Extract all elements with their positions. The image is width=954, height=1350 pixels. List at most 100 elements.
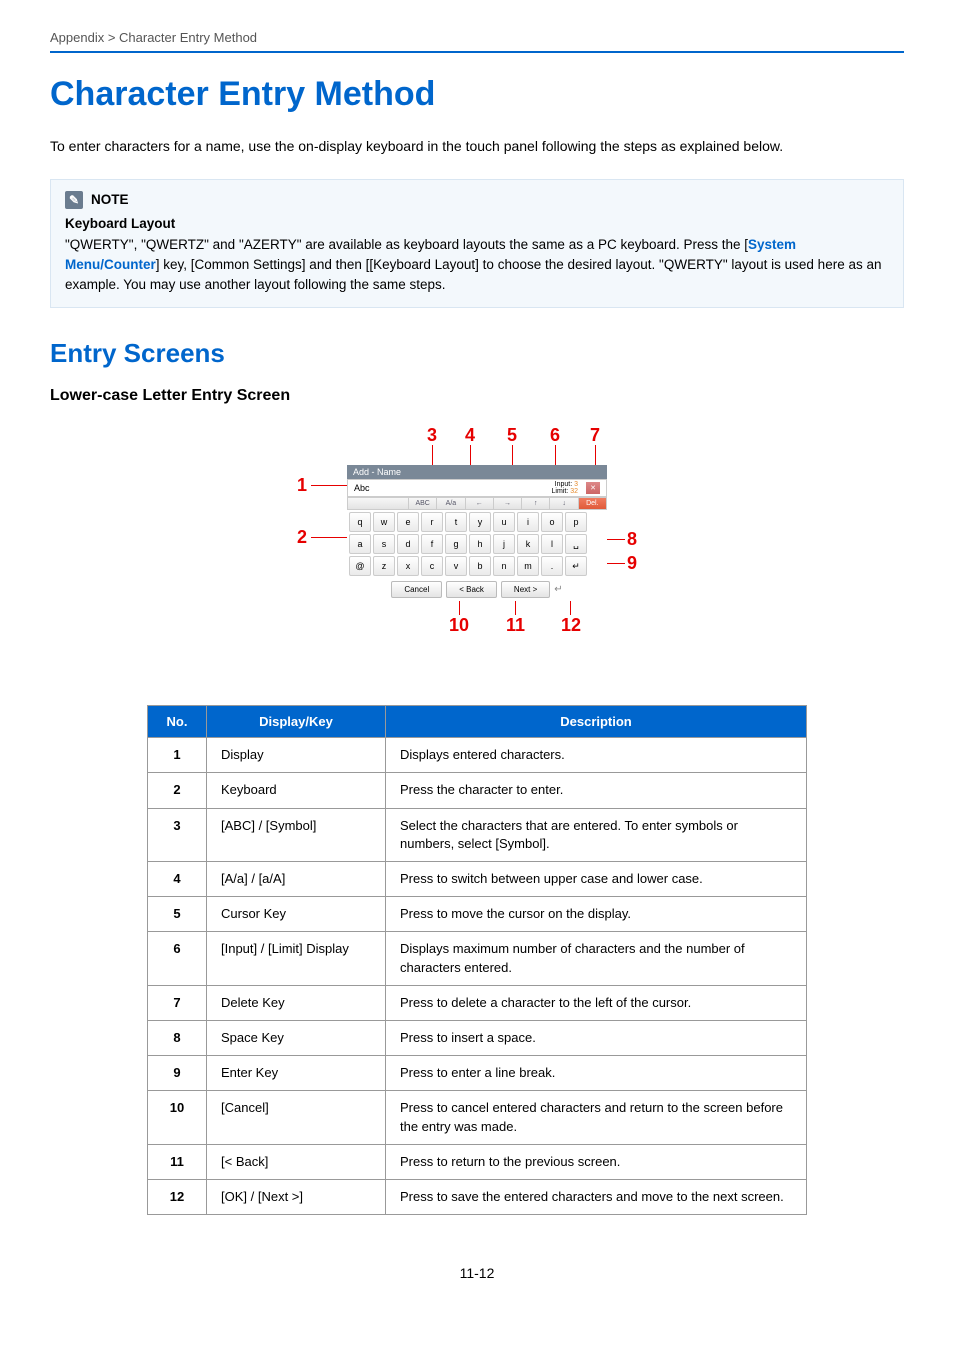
col-dk: Display/Key xyxy=(207,706,386,738)
callout-line xyxy=(607,563,625,564)
table-row: 6[Input] / [Limit] DisplayDisplays maxim… xyxy=(148,932,807,985)
page-title: Character Entry Method xyxy=(50,75,904,114)
empty-slot xyxy=(348,498,408,509)
cell-desc: Press to cancel entered characters and r… xyxy=(386,1091,807,1144)
note-line-a: "QWERTY", "QWERTZ" and "AZERTY" are avai… xyxy=(65,237,748,252)
callout-6: 6 xyxy=(550,425,560,446)
key-a[interactable]: a xyxy=(349,534,371,554)
abc-button[interactable]: ABC xyxy=(409,498,436,509)
back-button[interactable]: < Back xyxy=(446,581,497,598)
note-header: ✎ NOTE xyxy=(65,190,889,210)
entry-panel: Add - Name Abc Input: 3 Limit: 32 ✕ ABC … xyxy=(347,465,607,601)
key-h[interactable]: h xyxy=(469,534,491,554)
cursor-down[interactable]: ↓ xyxy=(550,498,577,509)
key-l[interactable]: l xyxy=(541,534,563,554)
cell-no: 5 xyxy=(148,897,207,932)
callout-line xyxy=(570,600,571,615)
callout-line xyxy=(607,539,625,540)
cell-dk: [OK] / [Next >] xyxy=(207,1179,386,1214)
case-button[interactable]: A/a xyxy=(437,498,464,509)
callout-4: 4 xyxy=(465,425,475,446)
delete-button[interactable]: Del. xyxy=(579,498,606,509)
table-row: 7Delete KeyPress to delete a character t… xyxy=(148,985,807,1020)
callout-12: 12 xyxy=(561,615,581,636)
enter-icon: ↵ xyxy=(554,584,562,595)
callout-11: 11 xyxy=(506,615,525,636)
cell-desc: Press to return to the previous screen. xyxy=(386,1144,807,1179)
callout-10: 10 xyxy=(449,615,469,636)
cell-dk: Delete Key xyxy=(207,985,386,1020)
cell-desc: Press to delete a character to the left … xyxy=(386,985,807,1020)
description-table: No. Display/Key Description 1DisplayDisp… xyxy=(147,705,807,1215)
table-row: 3[ABC] / [Symbol]Select the characters t… xyxy=(148,808,807,861)
key-t[interactable]: t xyxy=(445,512,467,532)
key-at[interactable]: @ xyxy=(349,556,371,576)
key-dot[interactable]: . xyxy=(541,556,563,576)
key-b[interactable]: b xyxy=(469,556,491,576)
key-n[interactable]: n xyxy=(493,556,515,576)
key-o[interactable]: o xyxy=(541,512,563,532)
key-p[interactable]: p xyxy=(565,512,587,532)
key-s[interactable]: s xyxy=(373,534,395,554)
cell-no: 2 xyxy=(148,773,207,808)
cell-no: 1 xyxy=(148,738,207,773)
section-heading: Entry Screens xyxy=(50,338,904,369)
callout-1: 1 xyxy=(297,475,307,496)
note-icon: ✎ xyxy=(65,191,83,209)
sub-heading: Lower-case Letter Entry Screen xyxy=(50,387,904,405)
key-g[interactable]: g xyxy=(445,534,467,554)
key-j[interactable]: j xyxy=(493,534,515,554)
panel-title: Add - Name xyxy=(347,465,607,479)
key-c[interactable]: c xyxy=(421,556,443,576)
cell-desc: Displays entered characters. xyxy=(386,738,807,773)
key-i[interactable]: i xyxy=(517,512,539,532)
key-k[interactable]: k xyxy=(517,534,539,554)
cell-dk: [Cancel] xyxy=(207,1091,386,1144)
callout-7: 7 xyxy=(590,425,600,446)
key-w[interactable]: w xyxy=(373,512,395,532)
entry-diagram: 3 4 5 6 7 1 2 8 9 10 11 1 xyxy=(297,425,657,675)
table-row: 2KeyboardPress the character to enter. xyxy=(148,773,807,808)
cursor-left[interactable]: ← xyxy=(466,498,493,509)
cursor-up[interactable]: ↑ xyxy=(522,498,549,509)
key-z[interactable]: z xyxy=(373,556,395,576)
key-y[interactable]: y xyxy=(469,512,491,532)
callout-line xyxy=(311,537,349,538)
table-row: 11[< Back]Press to return to the previou… xyxy=(148,1144,807,1179)
cell-no: 7 xyxy=(148,985,207,1020)
key-r[interactable]: r xyxy=(421,512,443,532)
cell-desc: Displays maximum number of characters an… xyxy=(386,932,807,985)
callout-5: 5 xyxy=(507,425,517,446)
close-button[interactable]: ✕ xyxy=(586,482,600,494)
cell-dk: Display xyxy=(207,738,386,773)
cell-dk: [< Back] xyxy=(207,1144,386,1179)
key-q[interactable]: q xyxy=(349,512,371,532)
key-x[interactable]: x xyxy=(397,556,419,576)
callout-3: 3 xyxy=(427,425,437,446)
note-heading: Keyboard Layout xyxy=(65,216,175,231)
cancel-button[interactable]: Cancel xyxy=(391,581,442,598)
divider xyxy=(50,51,904,53)
panel-footer: Cancel < Back Next > ↵ xyxy=(347,578,607,601)
key-e[interactable]: e xyxy=(397,512,419,532)
page: Appendix > Character Entry Method Charac… xyxy=(0,0,954,1321)
key-v[interactable]: v xyxy=(445,556,467,576)
kb-row-3: @ z x c v b n m . ↵ xyxy=(347,554,607,578)
key-f[interactable]: f xyxy=(421,534,443,554)
display-text: Abc xyxy=(354,483,370,493)
callout-line xyxy=(311,485,349,486)
key-space[interactable]: ␣ xyxy=(565,534,587,554)
key-m[interactable]: m xyxy=(517,556,539,576)
cursor-right[interactable]: → xyxy=(494,498,521,509)
cell-dk: [ABC] / [Symbol] xyxy=(207,808,386,861)
cell-no: 4 xyxy=(148,862,207,897)
cell-no: 3 xyxy=(148,808,207,861)
key-d[interactable]: d xyxy=(397,534,419,554)
key-enter[interactable]: ↵ xyxy=(565,556,587,576)
cell-no: 11 xyxy=(148,1144,207,1179)
cell-desc: Press to switch between upper case and l… xyxy=(386,862,807,897)
key-u[interactable]: u xyxy=(493,512,515,532)
cell-desc: Press to save the entered characters and… xyxy=(386,1179,807,1214)
panel-toolbar: ABC A/a ← → ↑ ↓ Del. xyxy=(347,497,607,510)
next-button[interactable]: Next > xyxy=(501,581,550,598)
